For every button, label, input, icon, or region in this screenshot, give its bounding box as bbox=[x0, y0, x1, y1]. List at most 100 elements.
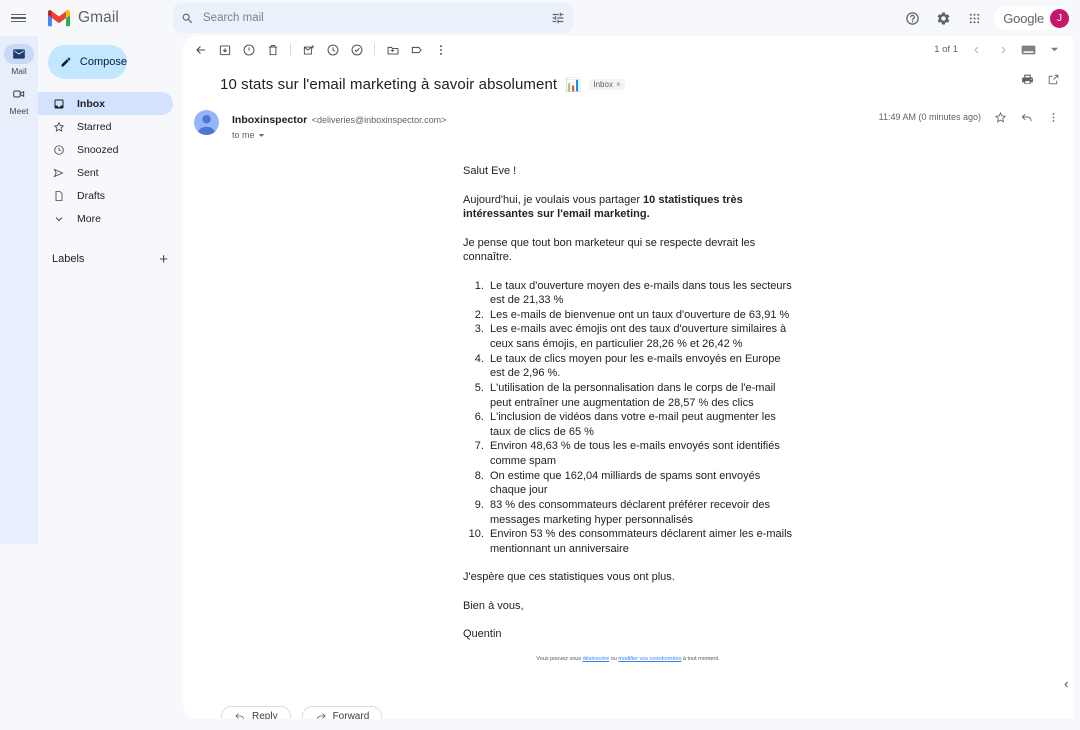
sender-name: Inboxinspector bbox=[232, 114, 308, 126]
google-account-button[interactable]: Google J bbox=[994, 6, 1072, 30]
label-chip-inbox[interactable]: Inbox × bbox=[589, 79, 625, 90]
input-tools-button[interactable] bbox=[1017, 38, 1040, 61]
header-actions: Google J bbox=[901, 0, 1072, 36]
search-input[interactable] bbox=[203, 12, 542, 24]
message-actions: 11:49 AM (0 minutes ago) bbox=[879, 110, 1060, 124]
email-footer: Vous pouvez vous désinscrire ou modifier… bbox=[463, 656, 793, 664]
sidebar-item-inbox[interactable]: Inbox bbox=[38, 92, 173, 115]
mail-icon bbox=[13, 49, 25, 59]
mark-unread-button[interactable] bbox=[297, 38, 320, 61]
print-button[interactable] bbox=[1021, 73, 1034, 86]
subject-row: 10 stats sur l'email marketing à savoir … bbox=[183, 63, 1073, 93]
gmail-logo[interactable]: Gmail bbox=[47, 9, 167, 27]
search-icon[interactable] bbox=[181, 12, 194, 25]
sidebar: Compose Inbox Starred Snoozed Sent Draft… bbox=[38, 36, 182, 730]
search-bar[interactable] bbox=[173, 3, 573, 33]
labels-title: Labels bbox=[52, 253, 85, 265]
sidebar-item-sent-label: Sent bbox=[77, 166, 99, 179]
archive-button[interactable] bbox=[213, 38, 236, 61]
list-item: Le taux de clics moyen pour les e-mails … bbox=[487, 352, 793, 381]
pager-text: 1 of 1 bbox=[934, 44, 958, 55]
forward-arrow-icon bbox=[316, 713, 326, 719]
clock-icon bbox=[52, 144, 65, 156]
sidebar-item-sent[interactable]: Sent bbox=[38, 161, 173, 184]
prev-message-button[interactable] bbox=[965, 38, 988, 61]
star-button[interactable] bbox=[994, 111, 1007, 124]
sidebar-item-more-label: More bbox=[77, 212, 101, 225]
settings-button[interactable] bbox=[932, 7, 954, 29]
move-to-folder-button[interactable] bbox=[381, 38, 404, 61]
sidebar-item-drafts-label: Drafts bbox=[77, 189, 106, 202]
sidebar-item-inbox-label: Inbox bbox=[77, 97, 105, 110]
rail-item-meet-label: Meet bbox=[9, 106, 29, 116]
labels-header: Labels + bbox=[38, 248, 182, 270]
help-button[interactable] bbox=[901, 7, 923, 29]
next-message-button[interactable] bbox=[991, 38, 1014, 61]
chevron-left-icon bbox=[1064, 681, 1068, 687]
stats-list: Le taux d'ouverture moyen des e-mails da… bbox=[463, 279, 793, 557]
rail-item-meet[interactable]: Meet bbox=[0, 84, 38, 116]
reply-button[interactable]: Reply bbox=[221, 705, 291, 719]
sidebar-item-snoozed[interactable]: Snoozed bbox=[38, 138, 173, 161]
list-item: Environ 53 % des consommateurs déclarent… bbox=[487, 527, 793, 556]
caret-down-icon[interactable] bbox=[1043, 38, 1066, 61]
reply-button[interactable] bbox=[1020, 110, 1034, 124]
page-title: 10 stats sur l'email marketing à savoir … bbox=[220, 76, 558, 93]
sidebar-item-starred[interactable]: Starred bbox=[38, 115, 173, 138]
more-options-button[interactable] bbox=[1047, 111, 1060, 124]
recipient-label: to me bbox=[232, 130, 255, 140]
list-item: Les e-mails de bienvenue ont un taux d'o… bbox=[487, 308, 793, 323]
email-body-content: Salut Eve ! Aujourd'hui, je voulais vous… bbox=[463, 164, 793, 664]
reply-label: Reply bbox=[252, 710, 278, 719]
avatar[interactable]: J bbox=[1050, 8, 1069, 28]
snooze-button[interactable] bbox=[321, 38, 344, 61]
recipient-toggle[interactable]: to me bbox=[232, 130, 446, 140]
draft-icon bbox=[52, 190, 65, 202]
star-icon bbox=[52, 121, 65, 133]
gmail-m-icon bbox=[48, 9, 70, 27]
list-item: Le taux d'ouverture moyen des e-mails da… bbox=[487, 279, 793, 308]
email-intro-prefix: Aujourd'hui, je voulais vous partager bbox=[463, 193, 644, 206]
main-menu-button[interactable] bbox=[0, 0, 36, 36]
delete-button[interactable] bbox=[261, 38, 284, 61]
message-panel: 1 of 1 10 stats sur l'email marketing à … bbox=[183, 36, 1073, 719]
sender-row: Inboxinspector <deliveries@inboxinspecto… bbox=[183, 93, 1073, 140]
video-camera-icon bbox=[13, 90, 25, 98]
report-spam-button[interactable] bbox=[237, 38, 260, 61]
open-in-new-window-button[interactable] bbox=[1047, 73, 1060, 86]
sidebar-item-drafts[interactable]: Drafts bbox=[38, 184, 173, 207]
email-outro: J'espère que ces statistiques vous ont p… bbox=[463, 571, 675, 584]
list-item: Environ 48,63 % de tous les e-mails envo… bbox=[487, 439, 793, 468]
update-preferences-link[interactable]: modifier vos coordonnées bbox=[618, 656, 681, 662]
back-button[interactable] bbox=[189, 38, 212, 61]
close-icon[interactable]: × bbox=[616, 80, 621, 89]
unsubscribe-link[interactable]: désinscrire bbox=[583, 656, 610, 662]
compose-label: Compose bbox=[79, 56, 127, 68]
search-container bbox=[173, 3, 573, 33]
message-toolbar: 1 of 1 bbox=[183, 36, 1073, 63]
email-greeting: Salut Eve ! bbox=[463, 165, 517, 177]
search-options-icon[interactable] bbox=[551, 11, 565, 25]
toolbar-divider-2 bbox=[374, 43, 375, 56]
forward-button[interactable]: Forward bbox=[301, 705, 383, 719]
google-label: Google bbox=[1003, 10, 1044, 26]
footer-suffix: à tout moment. bbox=[681, 656, 720, 662]
avatar[interactable] bbox=[194, 110, 219, 135]
sidebar-nav: Inbox Starred Snoozed Sent Drafts More bbox=[38, 92, 182, 230]
add-to-tasks-button[interactable] bbox=[345, 38, 368, 61]
sender-email: <deliveries@inboxinspector.com> bbox=[311, 115, 447, 125]
send-icon bbox=[52, 167, 65, 179]
email-signoff: Bien à vous, bbox=[463, 599, 524, 612]
inbox-icon bbox=[52, 98, 65, 110]
rail-item-mail[interactable]: Mail bbox=[0, 44, 38, 76]
more-options-button[interactable] bbox=[429, 38, 452, 61]
brand-text: Gmail bbox=[78, 9, 119, 26]
sidebar-item-starred-label: Starred bbox=[77, 120, 112, 133]
apps-grid-button[interactable] bbox=[963, 7, 985, 29]
email-signature: Quentin bbox=[463, 628, 502, 641]
plus-icon[interactable]: + bbox=[159, 252, 168, 267]
compose-button[interactable]: Compose bbox=[48, 45, 127, 79]
footer-mid: ou bbox=[609, 656, 619, 662]
labels-button[interactable] bbox=[405, 38, 428, 61]
sidebar-item-more[interactable]: More bbox=[38, 207, 173, 230]
